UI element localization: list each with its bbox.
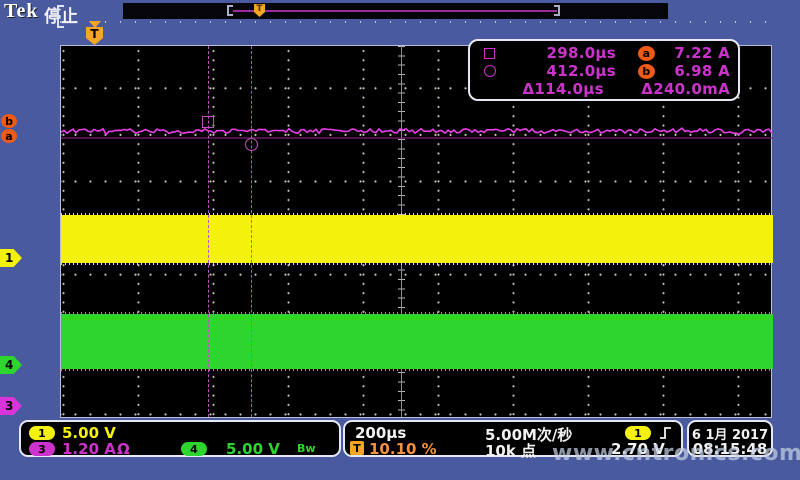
cursor-delta-row: Δ114.0μs Δ240.0mA [484, 80, 730, 98]
cursor-b-value: 6.98 A [655, 62, 730, 80]
cursor-a-badge: a [638, 46, 655, 61]
tek-logo: Tek [4, 0, 39, 23]
cursor-b-row: 412.0μs b 6.98 A [484, 62, 730, 80]
ch1-waveform-band [61, 215, 773, 263]
trigger-position-marker: T [86, 27, 103, 45]
cursor-b-circle-icon[interactable] [245, 138, 258, 151]
record-edge-indicator-icon [57, 5, 64, 28]
trigger-position-icon: T [254, 4, 265, 17]
ch3-scale: 1.20 A [62, 440, 116, 458]
cursor-a-marker: a [1, 129, 17, 143]
cursor-readout-box: 298.0μs a 7.22 A 412.0μs b 6.98 A Δ114.0… [468, 39, 740, 101]
ch4-waveform-band [61, 314, 773, 369]
ch1-ground-marker: 1 [0, 249, 22, 267]
cursor-a-value: 7.22 A [655, 44, 730, 62]
ch3-ground-marker: 3 [0, 397, 22, 415]
ch3-trace [61, 128, 772, 134]
ch4-badge[interactable]: 4 [181, 442, 207, 456]
cursor-a-line[interactable] [208, 46, 209, 417]
circle-cursor-icon [484, 65, 496, 77]
record-view-bar: T [123, 3, 668, 19]
oscilloscope-screen: Tek 停止 T b a 1 4 3 T 298.0μ [0, 0, 800, 480]
cursor-b-line[interactable] [251, 46, 252, 417]
trigger-source-badge: 1 [625, 426, 651, 440]
record-length: 10k 点 [485, 440, 536, 461]
ch3-coupling: Ω [117, 440, 130, 458]
delta-time: Δ114.0μs [508, 80, 604, 98]
ch3-badge[interactable]: 3 [29, 442, 55, 456]
record-waveform-line [233, 10, 557, 12]
square-cursor-icon [484, 48, 495, 59]
ch4-bandwidth-icon: Bw [297, 442, 316, 455]
cursor-a-square-icon[interactable] [202, 116, 214, 128]
trigger-caret-icon [89, 21, 101, 28]
delta-value: Δ240.0mA [641, 80, 730, 98]
rising-edge-icon [659, 426, 672, 441]
horizontal-tick-row [60, 21, 772, 23]
ch4-scale: 5.00 V [226, 440, 280, 458]
cursor-a-row: 298.0μs a 7.22 A [484, 44, 730, 62]
cursor-a-time: 298.0μs [510, 44, 616, 62]
trigger-position-badge: T [350, 441, 364, 455]
trigger-position-value: 10.10 % [369, 440, 437, 458]
cursor-b-badge: b [638, 64, 655, 79]
cursor-b-marker: b [1, 114, 17, 128]
ch1-badge[interactable]: 1 [29, 426, 55, 440]
ch3-trace-svg [61, 119, 773, 145]
ch4-ground-marker: 4 [0, 356, 22, 374]
cursor-b-time: 412.0μs [510, 62, 616, 80]
watermark: www.cntronics.com [552, 441, 800, 466]
channel-scales-box: 1 5.00 V 3 1.20 A Ω 4 5.00 V Bw [19, 420, 341, 457]
